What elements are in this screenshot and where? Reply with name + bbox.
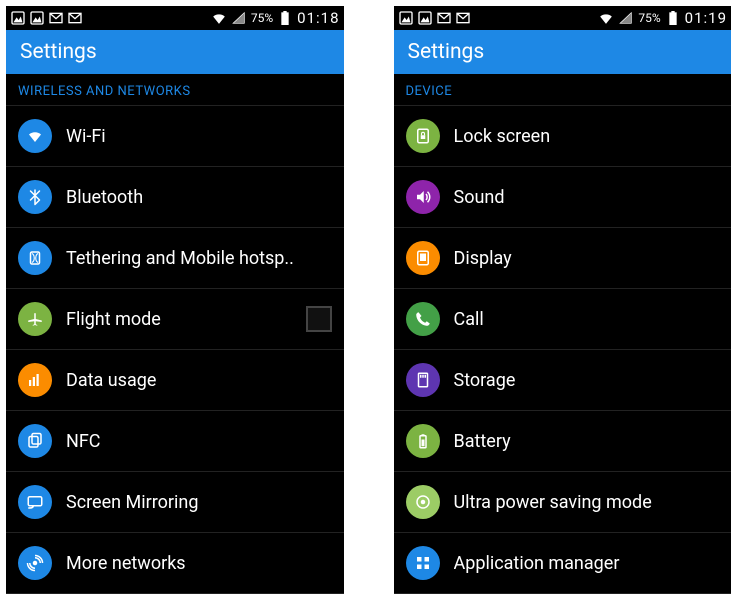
settings-item-label: NFC: [66, 431, 332, 452]
settings-item-lock-screen[interactable]: Lock screen: [394, 106, 732, 167]
settings-item-label: Battery: [454, 431, 720, 452]
app-bar: Settings: [6, 30, 344, 74]
airplane-icon: [18, 302, 52, 336]
settings-item-label: Bluetooth: [66, 187, 332, 208]
signal-icon: [618, 10, 634, 26]
picture-icon: [29, 10, 45, 26]
settings-item-label: Sound: [454, 187, 720, 208]
wifi-status-icon: [598, 10, 614, 26]
settings-item-power-saving[interactable]: Ultra power saving mode: [394, 472, 732, 533]
settings-item-bluetooth[interactable]: Bluetooth: [6, 167, 344, 228]
settings-item-label: Storage: [454, 370, 720, 391]
status-bar: 75% 01:18: [6, 6, 344, 30]
settings-item-hotspot[interactable]: Tethering and Mobile hotsp..: [6, 228, 344, 289]
settings-item-label: Flight mode: [66, 309, 292, 330]
settings-item-storage[interactable]: Storage: [394, 350, 732, 411]
phone-right: 75% 01:19 Settings DEVICE Lock screen Sou…: [394, 6, 732, 594]
app-title: Settings: [408, 40, 485, 64]
call-icon: [406, 302, 440, 336]
picture-icon: [10, 10, 26, 26]
battery-percent: 75%: [638, 11, 660, 25]
settings-item-label: Screen Mirroring: [66, 492, 332, 513]
battery-percent: 75%: [251, 11, 273, 25]
settings-item-call[interactable]: Call: [394, 289, 732, 350]
signal-icon: [231, 10, 247, 26]
display-icon: [406, 241, 440, 275]
power-saving-icon: [406, 485, 440, 519]
settings-item-label: Data usage: [66, 370, 332, 391]
settings-item-label: Ultra power saving mode: [454, 492, 720, 513]
app-title: Settings: [20, 40, 97, 64]
bluetooth-icon: [18, 180, 52, 214]
settings-item-label: Tethering and Mobile hotsp..: [66, 248, 332, 269]
sound-icon: [406, 180, 440, 214]
settings-item-label: Display: [454, 248, 720, 269]
screen-mirroring-icon: [18, 485, 52, 519]
app-bar: Settings: [394, 30, 732, 74]
settings-list-left: Wi-Fi Bluetooth Tethering and Mobile hotsp…: [6, 106, 344, 594]
mail-icon: [48, 10, 64, 26]
picture-icon: [398, 10, 414, 26]
settings-item-more-networks[interactable]: More networks: [6, 533, 344, 594]
settings-item-apps[interactable]: Application manager: [394, 533, 732, 594]
apps-icon: [406, 546, 440, 580]
more-networks-icon: [18, 546, 52, 580]
settings-item-label: Application manager: [454, 553, 720, 574]
battery-icon: [406, 424, 440, 458]
nfc-icon: [18, 424, 52, 458]
status-bar: 75% 01:19: [394, 6, 732, 30]
phone-left: 75% 01:18 Settings WIRELESS AND NETWORKS…: [6, 6, 344, 594]
settings-item-label: Call: [454, 309, 720, 330]
settings-item-label: Wi-Fi: [66, 126, 332, 147]
clock: 01:18: [297, 9, 339, 27]
settings-item-display[interactable]: Display: [394, 228, 732, 289]
settings-item-sound[interactable]: Sound: [394, 167, 732, 228]
settings-list-right: Lock screen Sound Display Call Storage Batter…: [394, 106, 732, 594]
settings-item-label: Lock screen: [454, 126, 720, 147]
settings-item-label: More networks: [66, 553, 332, 574]
section-header: WIRELESS AND NETWORKS: [6, 74, 344, 106]
section-header: DEVICE: [394, 74, 732, 106]
settings-item-nfc[interactable]: NFC: [6, 411, 344, 472]
toggle[interactable]: [306, 306, 332, 332]
settings-item-airplane[interactable]: Flight mode: [6, 289, 344, 350]
picture-icon: [417, 10, 433, 26]
storage-icon: [406, 363, 440, 397]
lock-screen-icon: [406, 119, 440, 153]
data-usage-icon: [18, 363, 52, 397]
battery-icon: [277, 10, 293, 26]
doc-icon: [67, 10, 83, 26]
settings-item-wifi[interactable]: Wi-Fi: [6, 106, 344, 167]
settings-item-battery[interactable]: Battery: [394, 411, 732, 472]
settings-item-data-usage[interactable]: Data usage: [6, 350, 344, 411]
doc-icon: [455, 10, 471, 26]
mail-icon: [436, 10, 452, 26]
wifi-icon: [18, 119, 52, 153]
wifi-status-icon: [211, 10, 227, 26]
hotspot-icon: [18, 241, 52, 275]
clock: 01:19: [685, 9, 727, 27]
battery-icon: [665, 10, 681, 26]
settings-item-screen-mirroring[interactable]: Screen Mirroring: [6, 472, 344, 533]
